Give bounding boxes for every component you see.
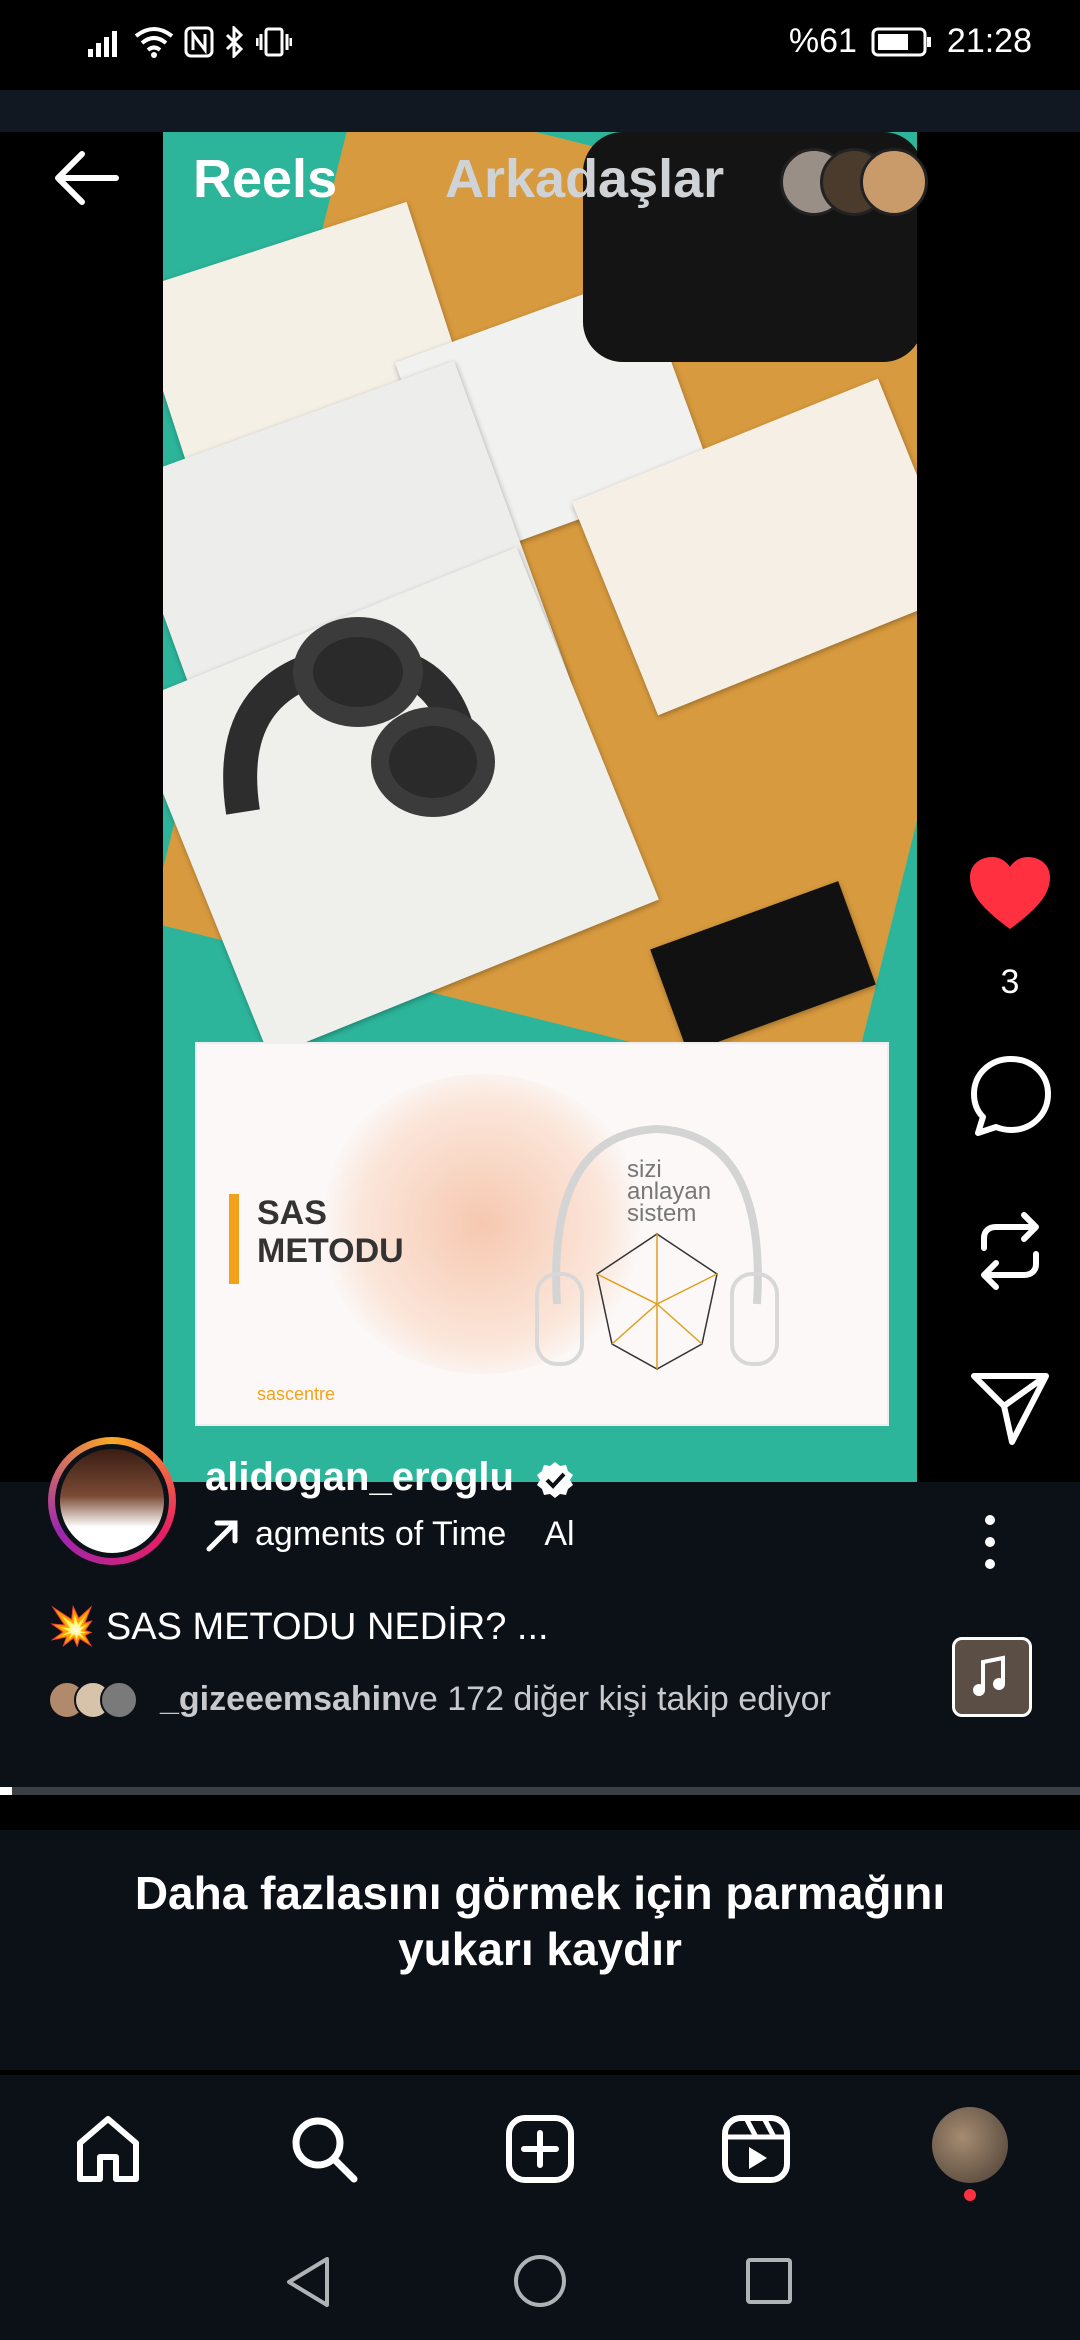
reels-icon: [722, 2115, 790, 2183]
arrow-left-icon: [55, 151, 119, 205]
music-info[interactable]: agments of Time Al: [205, 1515, 575, 1554]
follower-avatar-3: [100, 1680, 138, 1719]
trending-arrow-icon: [206, 1520, 238, 1551]
music-note-icon: [973, 1655, 1005, 1696]
swipe-hint-text: Daha fazlasını görmek için parmağını yuk…: [134, 1867, 946, 1975]
more-button[interactable]: [975, 1512, 1005, 1577]
slide-title: SAS METODU: [257, 1194, 404, 1270]
slide-logo: sascentre: [257, 1384, 336, 1404]
signal-icon: [88, 31, 117, 57]
tab-reels[interactable]: [720, 2113, 792, 2190]
profile-avatar: [932, 2107, 1008, 2183]
audio-thumbnail[interactable]: [952, 1637, 1032, 1717]
nav-recents-button[interactable]: [745, 2257, 793, 2310]
share-button[interactable]: [970, 1370, 1050, 1451]
follower-username: _gizeeemsahin: [160, 1680, 402, 1718]
back-button[interactable]: [50, 148, 122, 213]
bottom-tab-bar: [0, 2075, 1080, 2225]
slide-headphone-illustration: [535, 1124, 779, 1370]
repost-icon: [981, 1212, 1039, 1290]
plus-square-icon: [506, 2115, 574, 2183]
followed-by[interactable]: _gizeeemsahin ve 172 diğer kişi takip ed…: [48, 1680, 831, 1719]
battery-icon: [871, 27, 931, 56]
tab-profile[interactable]: [932, 2107, 1008, 2201]
music-artist: Al: [544, 1515, 575, 1553]
friends-avatars[interactable]: [780, 148, 930, 218]
comment-button[interactable]: [970, 1055, 1052, 1142]
verified-icon: [537, 1462, 573, 1498]
tab-home[interactable]: [72, 2113, 144, 2190]
music-title: agments of Time: [255, 1515, 507, 1553]
repost-button[interactable]: [972, 1210, 1048, 1297]
notification-dot: [964, 2189, 976, 2201]
sas-slide: SAS METODU sizi anlayan sistem sascentre: [195, 1042, 889, 1426]
heart-icon: [970, 857, 1050, 929]
like-count: 3: [1000, 963, 1020, 1001]
slide-accent-bar: [229, 1194, 239, 1284]
search-icon: [292, 2117, 358, 2183]
author-avatar[interactable]: [48, 1437, 176, 1565]
nav-home-button[interactable]: [512, 2253, 568, 2314]
more-vertical-icon: [985, 1515, 995, 1569]
triangle-back-icon: [287, 2257, 329, 2307]
tab-reels[interactable]: Reels: [193, 148, 337, 210]
home-icon: [77, 2116, 139, 2182]
swipe-hint: Daha fazlasını görmek için parmağını yuk…: [0, 1830, 1080, 2070]
system-nav-bar: [0, 2225, 1080, 2340]
slide-title-line2: METODU: [257, 1232, 404, 1270]
reel-video[interactable]: SAS METODU sizi anlayan sistem sascentre: [163, 132, 917, 1482]
follower-rest: ve 172 diğer kişi takip ediyor: [401, 1680, 831, 1718]
like-button[interactable]: [968, 855, 1052, 936]
tab-create[interactable]: [504, 2113, 576, 2190]
nav-back-button[interactable]: [283, 2255, 333, 2314]
author-username[interactable]: alidogan_eroglu: [205, 1455, 514, 1500]
send-icon: [971, 1373, 1049, 1445]
video-progress-bar[interactable]: [0, 1787, 1080, 1795]
reel-video-area[interactable]: SAS METODU sizi anlayan sistem sascentre: [0, 132, 1080, 1482]
status-bar: %61 21:28: [0, 0, 1080, 90]
reels-header: Reels Arkadaşlar: [0, 140, 1080, 220]
battery-percent: %61: [788, 22, 857, 60]
friend-avatar-3: [860, 148, 928, 216]
slide-tagline: sizi anlayan sistem: [627, 1156, 712, 1227]
clock: 21:28: [946, 22, 1032, 60]
tab-search[interactable]: [288, 2113, 360, 2190]
top-strip: [0, 90, 1080, 132]
vibrate-icon: [256, 27, 292, 57]
status-icons-right: %61 21:28: [789, 22, 1032, 61]
post-caption[interactable]: 💥 SAS METODU NEDİR? ...: [48, 1605, 549, 1649]
tab-friends[interactable]: Arkadaşlar: [445, 148, 724, 210]
nfc-icon: [184, 26, 214, 58]
headphones-image: [223, 617, 495, 817]
comment-icon: [971, 1056, 1051, 1136]
status-icons-left: [88, 26, 292, 58]
progress-fill: [0, 1787, 12, 1795]
verified-badge: [535, 1460, 575, 1505]
author-photo: [60, 1449, 164, 1553]
slide-title-line1: SAS: [257, 1194, 327, 1232]
bluetooth-icon: [225, 26, 244, 58]
square-recents-icon: [746, 2258, 792, 2304]
wifi-icon: [134, 27, 174, 58]
circle-home-icon: [514, 2255, 566, 2307]
